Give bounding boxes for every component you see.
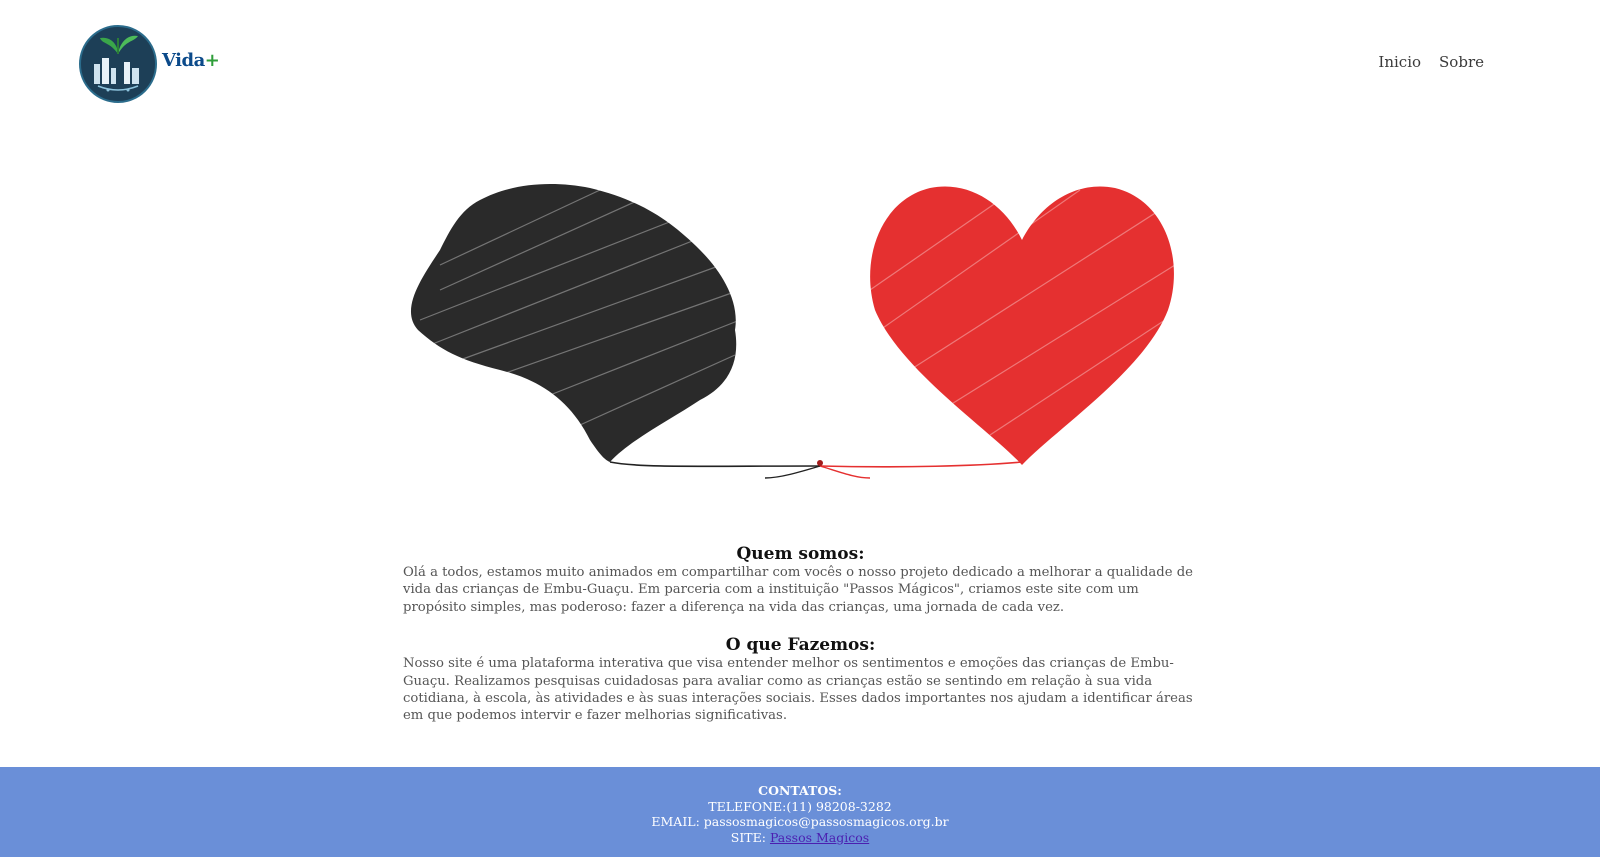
main-content: Quem somos: Olá a todos, estamos muito a… (403, 544, 1198, 725)
brand-name-text: Vida (162, 49, 205, 71)
brand-plus: + (204, 49, 220, 71)
nav-item-sobre[interactable]: Sobre (1439, 53, 1484, 71)
footer-email: EMAIL: passosmagicos@passosmagicos.org.b… (651, 814, 949, 829)
top-nav: Inicio Sobre (1378, 53, 1484, 71)
footer-title: CONTATOS: (758, 783, 842, 798)
footer-site-label: SITE: (730, 829, 770, 845)
logo-globe-icon (79, 25, 157, 103)
section-quem-somos: Quem somos: Olá a todos, estamos muito a… (403, 544, 1198, 616)
heart-scribble-icon (869, 186, 1176, 465)
section-text: Nosso site é uma plataforma interativa q… (403, 656, 1193, 724)
section-text: Olá a todos, estamos muito animados em c… (403, 565, 1193, 615)
logo[interactable]: Vida+ (78, 24, 220, 104)
footer-site: SITE: Passos Magicos (0, 830, 1600, 846)
section-title: Quem somos: (736, 544, 865, 564)
section-o-que-fazemos: O que Fazemos: Nosso site é uma platafor… (403, 635, 1198, 725)
site-footer: CONTATOS: TELEFONE:(11) 98208-3282 EMAIL… (0, 767, 1600, 857)
brand-name: Vida+ (162, 49, 220, 71)
section-title: O que Fazemos: (725, 635, 876, 656)
footer-site-link[interactable]: Passos Magicos (770, 830, 869, 845)
hero-illustration (410, 184, 1176, 479)
site-header: Vida+ Inicio Sobre (0, 0, 1600, 130)
brain-scribble-icon (410, 184, 741, 462)
nav-item-inicio[interactable]: Inicio (1378, 53, 1421, 71)
thread-line (609, 460, 1023, 479)
footer-phone: TELEFONE:(11) 98208-3282 (708, 798, 892, 814)
